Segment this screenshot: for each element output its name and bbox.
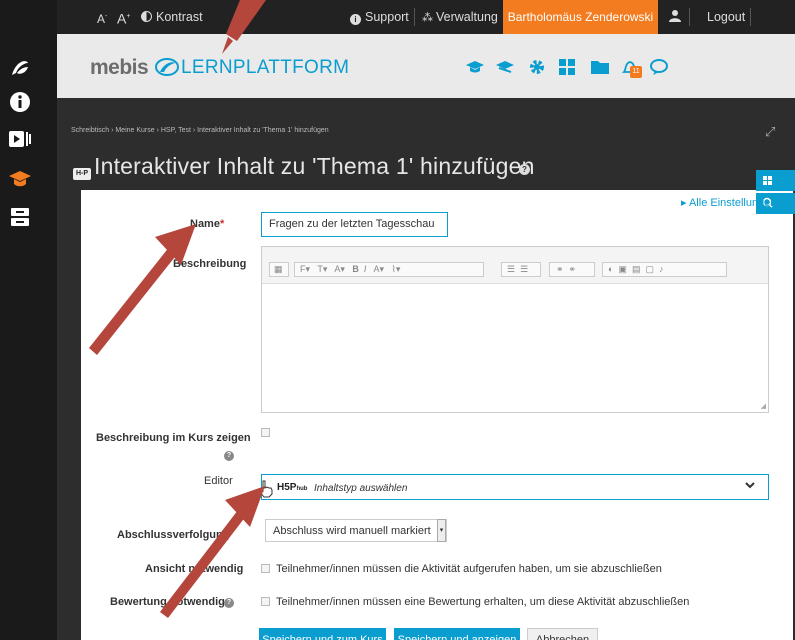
user-icon[interactable]: [669, 0, 681, 34]
logo-wordmark[interactable]: mebis: [90, 56, 149, 80]
cancel-button[interactable]: Abbrechen: [527, 628, 598, 640]
completion-value: Abschluss wird manuell markiert: [273, 525, 431, 537]
toolbar-icons: ⚭ ⚭: [556, 264, 577, 274]
courses-cap-icon[interactable]: [465, 58, 485, 76]
show-description-label: Beschreibung im Kurs zeigen: [96, 432, 251, 444]
chevron-down-icon[interactable]: [745, 481, 755, 492]
all-settings-link[interactable]: ▸ Alle Einstellungen: [681, 196, 776, 209]
completion-label: Abschlussverfolgung: [117, 529, 230, 541]
grade-required-text: Teilnehmer/innen müssen eine Bewertung e…: [276, 596, 690, 608]
save-and-return-button[interactable]: Speichern und zum Kurs: [259, 628, 386, 640]
contrast-button[interactable]: Kontrast: [141, 0, 203, 34]
font-increase-button[interactable]: A+: [117, 0, 130, 34]
content-type-placeholder: Inhaltstyp auswählen: [314, 483, 408, 494]
toolbar-icons: ▦: [274, 264, 283, 274]
h5p-badge-icon: H-P: [73, 168, 91, 180]
notification-badge: 11: [630, 66, 642, 78]
divider: [414, 8, 415, 26]
h5p-hub-logo: H5Phub: [277, 482, 308, 493]
view-required-checkbox[interactable]: [261, 564, 270, 573]
folder-icon[interactable]: [590, 58, 610, 76]
description-editor[interactable]: ▦ F▾ T▾ A▾ B I A▾ ⌇▾ ☰ ☰ ⚭ ⚭ ◐ ▣ ▤ ▢ ♪ ◢: [261, 246, 769, 413]
content-type-selector[interactable]: H5Phub Inhaltstyp auswählen: [261, 474, 769, 500]
contrast-icon: [141, 11, 152, 22]
help-icon[interactable]: ?: [224, 451, 234, 461]
page-title: Interaktiver Inhalt zu 'Thema 1' hinzufü…: [94, 153, 535, 179]
grade-required-label: Bewertung notwendig: [110, 596, 225, 608]
chat-icon[interactable]: [649, 58, 669, 76]
select-arrow-icon: ▾: [437, 519, 446, 542]
mebis-swirl-icon: [155, 58, 179, 76]
editor-toolbar: ▦ F▾ T▾ A▾ B I A▾ ⌇▾ ☰ ☰ ⚭ ⚭ ◐ ▣ ▤ ▢ ♪: [262, 247, 768, 284]
toolbar-icons: ◐ ▣ ▤ ▢ ♪: [608, 264, 664, 274]
resize-handle-icon[interactable]: ◢: [761, 402, 766, 410]
divider: [750, 8, 751, 26]
support-link[interactable]: i Support: [350, 0, 409, 34]
media-icon[interactable]: [8, 128, 32, 150]
site-header: mebis LERNPLATTFORM 11: [57, 34, 795, 98]
info-icon[interactable]: [8, 91, 32, 113]
name-label: Name*: [190, 218, 225, 230]
toolbar-icons: F▾ T▾ A▾ B I A▾ ⌇▾: [300, 264, 401, 274]
hand-cursor-icon: [259, 480, 273, 498]
user-menu[interactable]: Bartholomäus Zenderowski: [503, 0, 658, 34]
view-required-text: Teilnehmer/innen müssen die Aktivität au…: [276, 563, 662, 575]
breadcrumb[interactable]: Schreibtisch › Meine Kurse › HSP, Test ›…: [71, 127, 329, 134]
graduation-cap-icon[interactable]: [8, 168, 32, 190]
logout-link[interactable]: Logout: [707, 0, 745, 34]
apps-grid-icon[interactable]: [557, 58, 577, 76]
font-decrease-button[interactable]: A-: [97, 0, 107, 34]
editor-label: Editor: [204, 475, 233, 487]
teacher-icon[interactable]: [495, 58, 515, 76]
blocks-toggle-button[interactable]: [756, 170, 795, 191]
toolbar-icons: ☰ ☰: [507, 264, 529, 274]
save-and-display-button[interactable]: Speichern und anzeigen: [394, 628, 520, 640]
help-icon[interactable]: ?: [519, 164, 530, 175]
description-label: Beschreibung: [173, 258, 247, 270]
top-bar: A- A+ Kontrast i Support ⁂ Verwaltung Bart…: [57, 0, 795, 34]
show-description-checkbox[interactable]: [261, 428, 270, 437]
gear-icon[interactable]: [527, 58, 547, 76]
sitemap-icon: ⁂: [422, 12, 433, 24]
name-input[interactable]: Fragen zu der letzten Tagesschau: [261, 212, 448, 237]
divider: [689, 8, 690, 26]
help-icon[interactable]: ?: [224, 598, 234, 608]
completion-select[interactable]: Abschluss wird manuell markiert ▾: [265, 519, 447, 542]
view-required-label: Ansicht notwendig: [145, 563, 244, 575]
expand-icon[interactable]: ⤢: [765, 124, 775, 140]
grade-required-checkbox[interactable]: [261, 597, 270, 606]
verwaltung-link[interactable]: ⁂ Verwaltung: [422, 0, 498, 34]
left-sidebar: [0, 0, 57, 640]
logo-subtitle: LERNPLATTFORM: [181, 57, 350, 78]
archive-icon[interactable]: [8, 206, 32, 228]
info-circle-icon: i: [350, 14, 361, 25]
mebis-logo-icon[interactable]: [8, 57, 32, 79]
